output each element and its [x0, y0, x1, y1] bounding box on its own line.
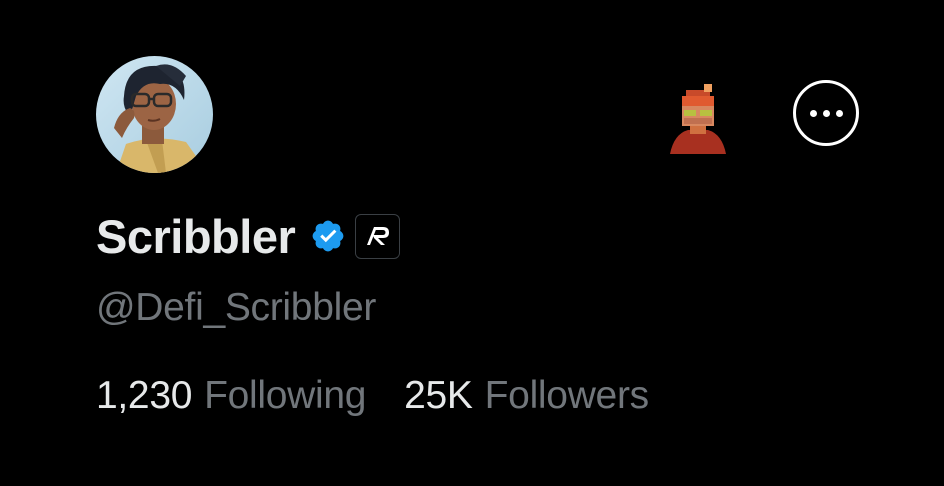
follow-stats: 1,230 Following 25K Followers	[96, 374, 649, 418]
ar-logo-icon	[366, 227, 389, 245]
display-name: Scribbler	[96, 209, 296, 263]
affiliate-avatar[interactable]	[666, 82, 728, 154]
more-dot	[822, 109, 830, 117]
profile-avatar[interactable]	[96, 56, 213, 173]
more-dot	[835, 109, 843, 117]
affiliate-badge[interactable]	[355, 213, 401, 259]
more-options-icon	[809, 109, 817, 117]
pixel-character-icon	[670, 84, 726, 154]
profile-handle: @Defi_Scribbler	[96, 286, 377, 329]
followers-stat[interactable]: 25K Followers	[404, 374, 649, 418]
following-count: 1,230	[96, 374, 193, 417]
more-options-button[interactable]	[793, 80, 859, 146]
avatar-image	[96, 56, 213, 173]
following-label: Following	[204, 374, 367, 417]
followers-label: Followers	[484, 374, 649, 417]
following-stat[interactable]: 1,230 Following	[96, 374, 366, 418]
followers-count: 25K	[404, 374, 473, 417]
name-row: Scribbler	[96, 206, 401, 266]
verified-badge-icon[interactable]	[310, 218, 346, 254]
